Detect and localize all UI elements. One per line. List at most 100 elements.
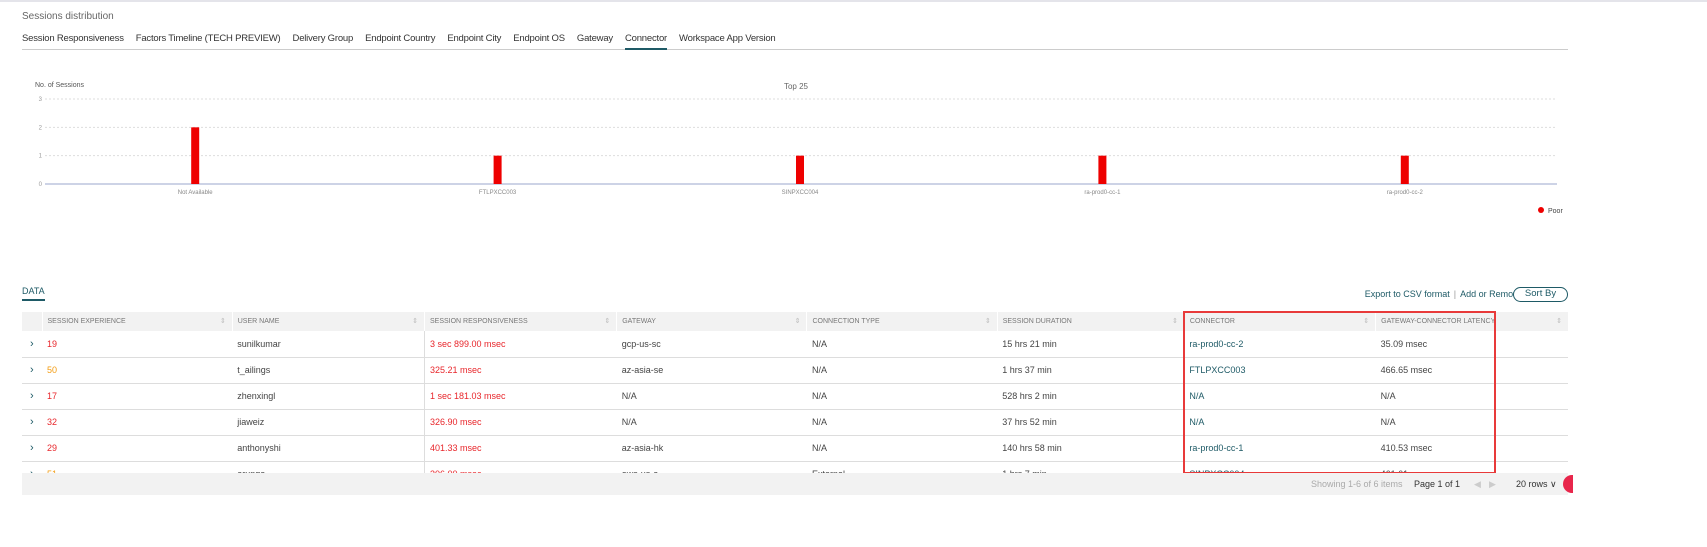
table-row[interactable]: › 19 sunilkumar 3 sec 899.00 msec gcp-us-sc N… (22, 331, 1568, 358)
y-tick-label: 3 (39, 97, 43, 103)
bar (191, 127, 200, 184)
cell-conn: FTLPXCC003 (1184, 357, 1376, 384)
expand-row-icon[interactable]: › (22, 409, 43, 436)
cell-lat: 466.65 msec (1375, 357, 1568, 384)
column-header-gateway-connector-latency[interactable]: GATEWAY-CONNECTOR LATENCY ⇕ (1375, 312, 1568, 331)
top-divider (0, 0, 1707, 2)
bar (1098, 155, 1107, 184)
column-header-connection-type[interactable]: CONNECTION TYPE ⇕ (806, 312, 998, 331)
tab-workspace-app-version[interactable]: Workspace App Version (679, 33, 776, 50)
expand-row-icon[interactable]: › (22, 331, 43, 358)
expand-column-header (22, 312, 43, 331)
sort-icon[interactable]: ⇕ (1172, 317, 1178, 325)
expand-row-icon[interactable]: › (22, 383, 43, 410)
tab-delivery-group[interactable]: Delivery Group (293, 33, 354, 50)
y-tick-label: 1 (39, 154, 43, 160)
table-row[interactable]: › 50 t_ailings 325.21 msec az-asia-se N/A 1 hr… (22, 357, 1568, 384)
export-csv-link[interactable]: Export to CSV format (1365, 289, 1450, 299)
item-count: Showing 1-6 of 6 items (1311, 479, 1403, 489)
expand-row-icon[interactable]: › (22, 435, 43, 462)
expand-row-icon[interactable]: › (22, 357, 43, 384)
column-header-label: SESSION RESPONSIVENESS (429, 318, 528, 325)
cell-resp: 1 sec 181.03 msec (423, 383, 617, 410)
page-indicator: Page 1 of 1 (1414, 479, 1461, 489)
section-title: Sessions distribution (22, 11, 114, 22)
cell-ct: N/A (806, 409, 998, 436)
column-header-label: GATEWAY-CONNECTOR LATENCY (1381, 318, 1496, 325)
y-axis-label: No. of Sessions (35, 82, 85, 89)
x-tick-label: FTLPXCC003 (479, 190, 517, 196)
table-footer: Showing 1-6 of 6 items Page 1 of 1 ◀ ▶ 2… (22, 473, 1568, 495)
column-header-session-duration[interactable]: SESSION DURATION ⇕ (996, 312, 1185, 331)
tab-connector[interactable]: Connector (624, 33, 667, 50)
sort-icon[interactable]: ⇕ (220, 317, 226, 325)
cell-ct: N/A (806, 357, 998, 384)
cell-user: t_ailings (232, 357, 425, 384)
cell-lat: N/A (1375, 409, 1568, 436)
cell-exp: 19 (42, 331, 233, 358)
cell-user: jiaweiz (232, 409, 425, 436)
column-header-label: GATEWAY (622, 318, 656, 325)
legend-marker (1538, 207, 1544, 213)
cell-lat: 35.09 msec (1375, 331, 1568, 358)
cell-user: anthonyshi (232, 435, 425, 462)
cell-conn: N/A (1184, 409, 1376, 436)
table-row[interactable]: › 29 anthonyshi 401.33 msec az-asia-hk N/A 140… (22, 435, 1568, 462)
table-row[interactable]: › 17 zhenxingl 1 sec 181.03 msec N/A N/A 528 h… (22, 383, 1568, 410)
cell-exp: 50 (42, 357, 233, 384)
column-header-session-responsiveness[interactable]: SESSION RESPONSIVENESS ⇕ (423, 312, 617, 331)
sort-icon[interactable]: ⇕ (604, 317, 610, 325)
sort-icon[interactable]: ⇕ (1556, 317, 1562, 325)
sort-icon[interactable]: ⇕ (1363, 317, 1369, 325)
x-tick-label: SINPXCC004 (782, 190, 819, 196)
cell-lat: 410.53 msec (1375, 435, 1568, 462)
bar-chart: No. of Sessions Top 25 0 1 2 3 Not Available FT… (35, 82, 1563, 215)
column-header-label: SESSION EXPERIENCE (47, 318, 126, 325)
rows-per-page-select[interactable]: 20 rows ∨ (1516, 479, 1557, 490)
tab-data[interactable]: DATA (22, 286, 45, 301)
y-tick-label: 0 (39, 182, 43, 188)
cell-gw: N/A (616, 383, 807, 410)
cell-ct: N/A (806, 435, 998, 462)
x-tick-label: ra-prod0-cc-1 (1084, 190, 1121, 196)
column-header-user-name[interactable]: USER NAME ⇕ (231, 312, 425, 331)
cell-exp: 17 (42, 383, 233, 410)
sort-icon[interactable]: ⇕ (795, 317, 801, 325)
column-header-connector[interactable]: CONNECTOR ⇕ (1183, 312, 1376, 331)
sort-by-button[interactable]: Sort By (1513, 287, 1568, 302)
bar (493, 155, 502, 184)
cell-conn: ra-prod0-cc-1 (1184, 435, 1376, 462)
cell-gw: az-asia-se (616, 357, 807, 384)
legend-label: Poor (1548, 208, 1563, 215)
rows-per-page-label: 20 rows (1516, 479, 1548, 489)
cell-dur: 1 hrs 37 min (997, 357, 1185, 384)
tab-session-responsiveness[interactable]: Session Responsiveness (22, 33, 124, 50)
cell-exp: 29 (42, 435, 233, 462)
cell-resp: 3 sec 899.00 msec (423, 331, 617, 358)
column-header-label: CONNECTOR (1189, 318, 1235, 325)
tab-bar: Session Responsiveness Factors Timeline (… (22, 33, 1568, 50)
table-row[interactable]: › 32 jiaweiz 326.90 msec N/A N/A 37 hrs 52 min… (22, 409, 1568, 436)
tab-gateway[interactable]: Gateway (577, 33, 613, 50)
y-tick-label: 2 (39, 125, 43, 131)
column-header-session-experience[interactable]: SESSION EXPERIENCE ⇕ (41, 312, 233, 331)
tab-endpoint-os[interactable]: Endpoint OS (513, 33, 565, 50)
sort-icon[interactable]: ⇕ (412, 317, 418, 325)
cell-user: sunilkumar (232, 331, 425, 358)
cell-dur: 37 hrs 52 min (997, 409, 1185, 436)
tab-factors-timeline-tech-preview-[interactable]: Factors Timeline (TECH PREVIEW) (136, 33, 281, 50)
column-header-gateway[interactable]: GATEWAY ⇕ (616, 312, 807, 331)
sort-icon[interactable]: ⇕ (985, 317, 991, 325)
tab-endpoint-city[interactable]: Endpoint City (447, 33, 501, 50)
cell-user: zhenxingl (232, 383, 425, 410)
next-page-icon[interactable]: ▶ (1489, 479, 1496, 490)
cell-gw: N/A (616, 409, 807, 436)
prev-page-icon[interactable]: ◀ (1474, 479, 1481, 490)
cell-ct: N/A (806, 383, 998, 410)
tab-endpoint-country[interactable]: Endpoint Country (365, 33, 435, 50)
cell-gw: az-asia-hk (616, 435, 807, 462)
cell-lat: N/A (1375, 383, 1568, 410)
cell-resp: 401.33 msec (423, 435, 617, 462)
cell-ct: N/A (806, 331, 998, 358)
cell-resp: 326.90 msec (423, 409, 617, 436)
